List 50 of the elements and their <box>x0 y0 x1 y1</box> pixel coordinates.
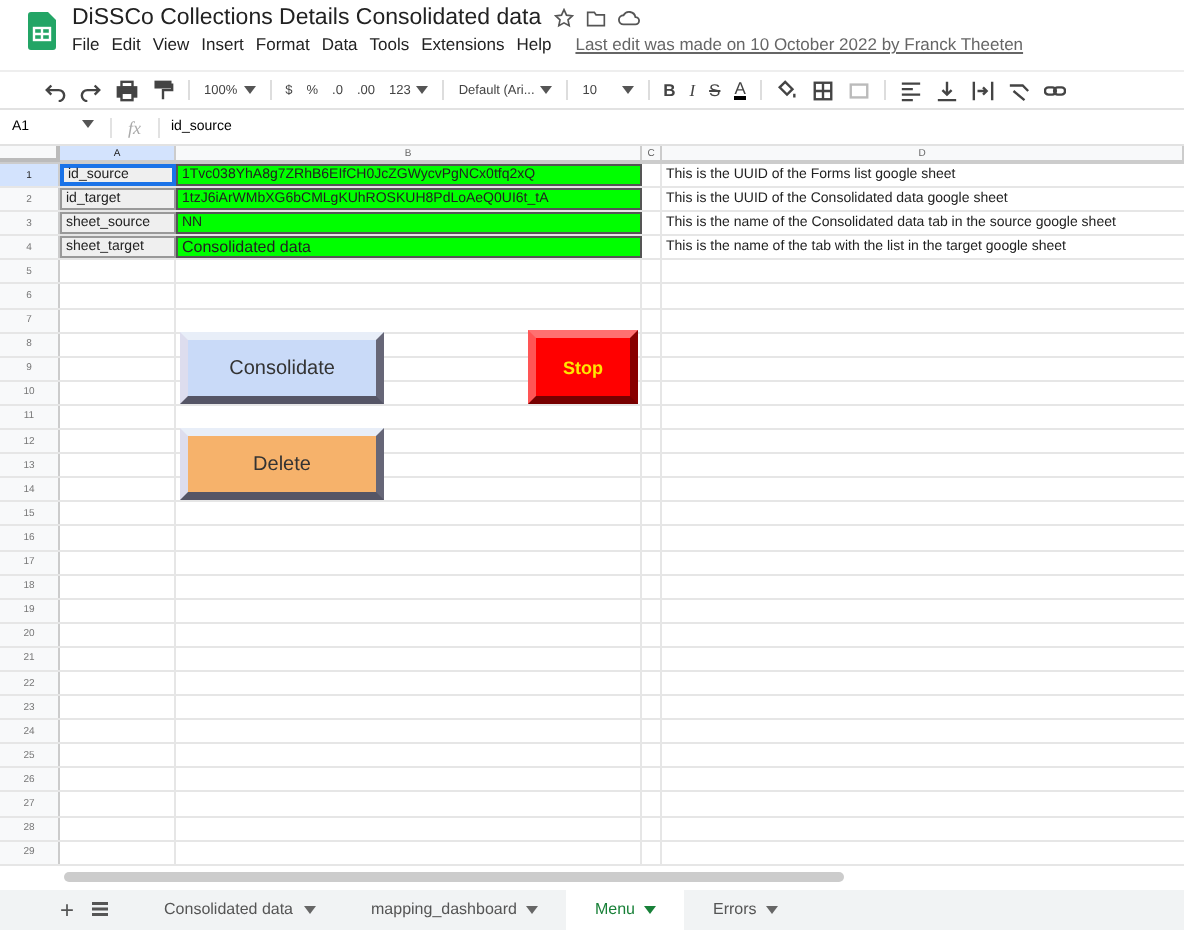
print-icon[interactable] <box>116 79 138 101</box>
star-icon[interactable] <box>553 8 574 28</box>
menu-item[interactable]: Insert <box>201 34 244 54</box>
caret-icon <box>243 86 256 94</box>
text-format-button[interactable]: S <box>709 80 721 100</box>
horizontal-scrollbar[interactable] <box>64 871 844 882</box>
caret-icon <box>303 905 316 914</box>
macro-button[interactable]: Delete <box>180 428 384 500</box>
borders-icon[interactable] <box>811 79 834 101</box>
sheet-tab[interactable]: Consolidated data <box>136 889 344 930</box>
sheet-tab[interactable]: Menu <box>566 889 685 930</box>
text-format-button[interactable]: I <box>689 80 696 100</box>
menu-item[interactable]: Tools <box>369 34 410 54</box>
folder-icon[interactable] <box>585 9 606 27</box>
macro-button[interactable]: Consolidate <box>180 332 384 404</box>
text-format-button[interactable]: B <box>663 80 676 100</box>
table-cell: Consolidated data <box>176 236 642 259</box>
last-edit-link[interactable]: Last edit was made on 10 October 2022 by Franck Theeten <box>575 34 1024 54</box>
caret-icon <box>766 905 779 914</box>
merge-cells-icon[interactable] <box>847 79 870 101</box>
redo-icon[interactable] <box>80 79 102 101</box>
document-title[interactable]: DiSSCo Collections Details Consolidated data <box>72 6 542 30</box>
sheet-tab[interactable]: mapping_dashboard <box>343 889 567 930</box>
menu-item[interactable]: Data <box>321 34 358 54</box>
text-format-button[interactable]: A <box>734 79 746 101</box>
sheet-tab[interactable]: Errors <box>684 889 807 930</box>
paint-format-icon[interactable] <box>152 79 174 101</box>
add-sheet-button[interactable]: + <box>60 895 75 924</box>
caret-icon <box>540 86 553 94</box>
menu-item[interactable]: Edit <box>111 34 141 54</box>
menu-item[interactable]: File <box>72 34 100 54</box>
caret-icon <box>526 905 539 914</box>
text-rotation-icon[interactable] <box>1007 79 1030 101</box>
vertical-align-icon[interactable] <box>935 79 958 101</box>
menu-item[interactable]: Help <box>516 34 552 54</box>
menu-item[interactable]: Extensions <box>421 34 505 54</box>
undo-icon[interactable] <box>44 79 66 101</box>
caret-icon <box>82 120 94 128</box>
caret-icon <box>416 86 429 94</box>
align-left-icon[interactable] <box>899 79 922 101</box>
macro-button[interactable]: Stop <box>528 330 638 404</box>
text-wrap-icon[interactable] <box>971 79 994 101</box>
menu-item[interactable]: Format <box>255 34 310 54</box>
spreadsheet-logo-icon[interactable] <box>28 12 56 50</box>
caret-icon <box>644 905 657 914</box>
menu-icon[interactable] <box>92 902 109 917</box>
menu-item[interactable]: View <box>152 34 190 54</box>
fill-color-icon[interactable] <box>775 79 798 101</box>
caret-icon <box>621 86 634 94</box>
cloud-icon[interactable] <box>617 10 640 26</box>
